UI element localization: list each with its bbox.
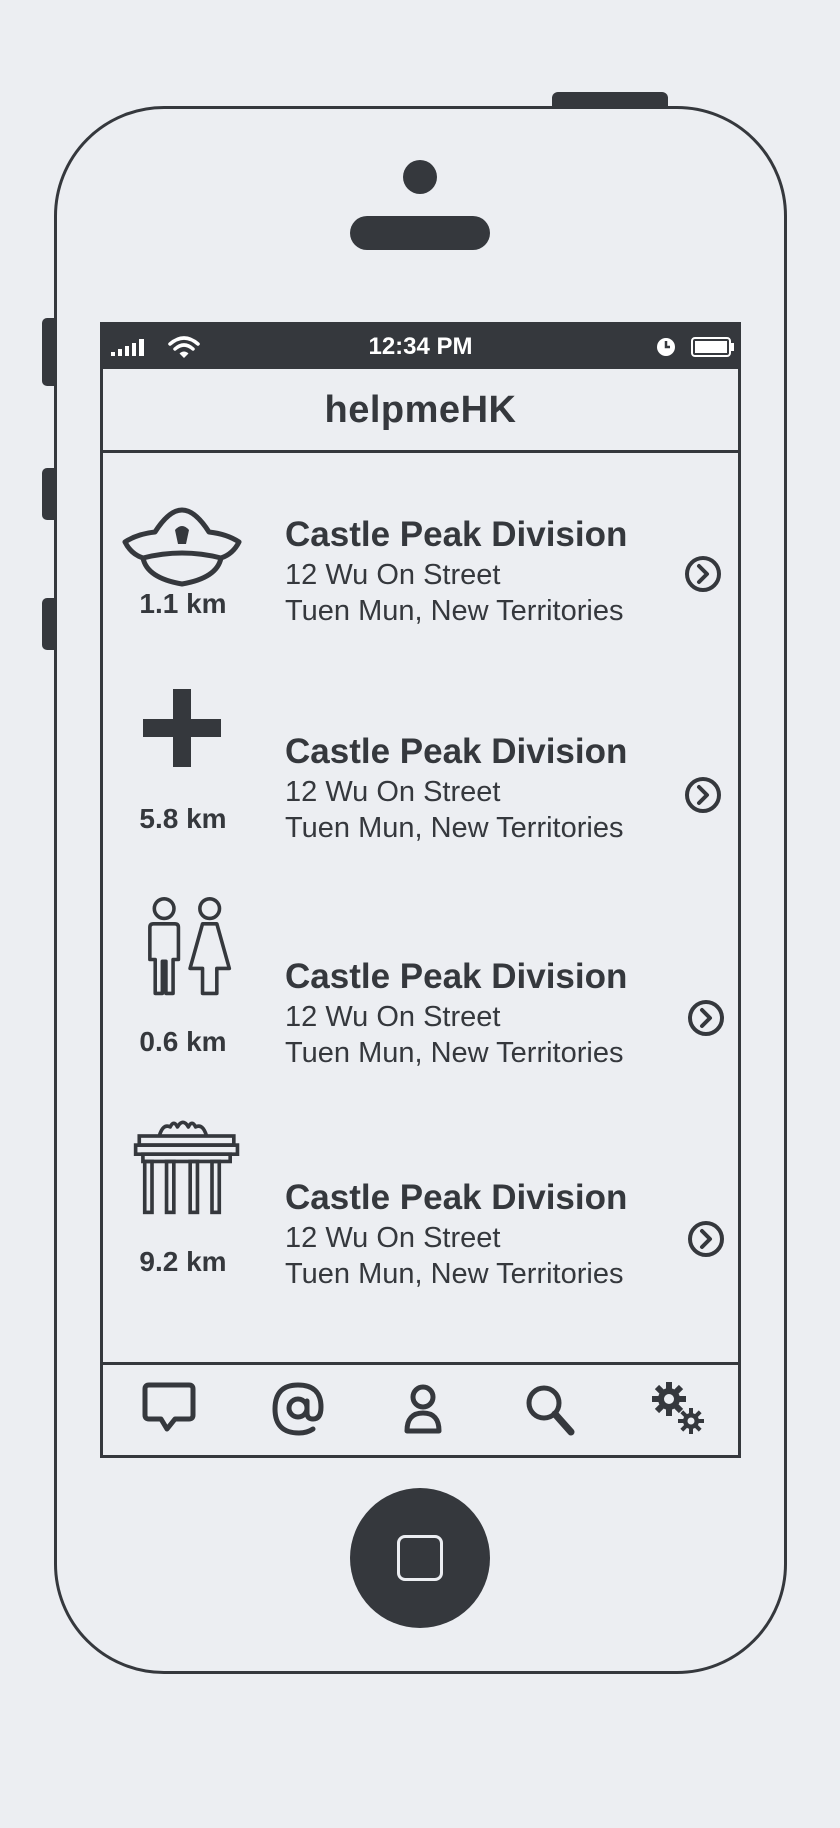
status-time: 12:34 PM <box>368 333 473 360</box>
police-cap-icon <box>122 507 242 587</box>
home-square-icon <box>397 1535 443 1581</box>
item-distance: 9.2 km <box>139 1246 227 1277</box>
chevron-right-icon[interactable] <box>683 775 723 815</box>
item-address-line2: Tuen Mun, New Territories <box>285 812 624 844</box>
list-item[interactable]: 5.8 km Castle Peak Division 12 Wu On Str… <box>103 671 738 881</box>
front-camera <box>403 160 437 194</box>
item-name: Castle Peak Division <box>285 732 628 771</box>
search-icon[interactable] <box>519 1379 579 1439</box>
chat-bubble-icon[interactable] <box>139 1379 199 1439</box>
person-icon[interactable] <box>393 1379 453 1439</box>
item-address-line1: 12 Wu On Street <box>285 1222 501 1254</box>
item-name: Castle Peak Division <box>285 957 628 996</box>
tab-bar <box>103 1362 738 1455</box>
chevron-right-icon[interactable] <box>686 998 726 1038</box>
chevron-right-icon[interactable] <box>683 554 723 594</box>
item-address-line1: 12 Wu On Street <box>285 559 501 591</box>
chevron-right-icon[interactable] <box>686 1219 726 1259</box>
item-distance: 0.6 km <box>139 1026 227 1057</box>
item-distance: 1.1 km <box>139 588 227 619</box>
item-address-line1: 12 Wu On Street <box>285 1001 501 1033</box>
item-name: Castle Peak Division <box>285 515 628 554</box>
item-address-line2: Tuen Mun, New Territories <box>285 1037 624 1069</box>
earpiece-speaker <box>350 216 490 250</box>
item-address-line1: 12 Wu On Street <box>285 776 501 808</box>
nav-bar: helpmeHK <box>103 369 738 453</box>
phone-screen: 12:34 PM helpmeHK 1.1 km Castle Peak Div… <box>100 322 741 1458</box>
home-button[interactable] <box>350 1488 490 1628</box>
list-item[interactable]: 0.6 km Castle Peak Division 12 Wu On Str… <box>103 892 738 1102</box>
list-item[interactable]: 1.1 km Castle Peak Division 12 Wu On Str… <box>103 453 738 663</box>
gears-icon[interactable] <box>649 1379 709 1439</box>
item-address-line2: Tuen Mun, New Territories <box>285 1258 624 1290</box>
clock-icon <box>657 338 675 356</box>
item-name: Castle Peak Division <box>285 1178 628 1217</box>
medical-cross-icon <box>143 689 221 767</box>
gate-landmark-icon <box>133 1120 240 1215</box>
list-item[interactable]: 9.2 km Castle Peak Division 12 Wu On Str… <box>103 1113 738 1323</box>
item-address-line2: Tuen Mun, New Territories <box>285 595 624 627</box>
item-distance: 5.8 km <box>139 803 227 834</box>
status-bar: 12:34 PM <box>103 325 738 369</box>
app-title: helpmeHK <box>324 389 517 431</box>
battery-icon <box>691 337 734 357</box>
restroom-icon <box>148 897 232 996</box>
at-sign-icon[interactable] <box>267 1379 327 1439</box>
